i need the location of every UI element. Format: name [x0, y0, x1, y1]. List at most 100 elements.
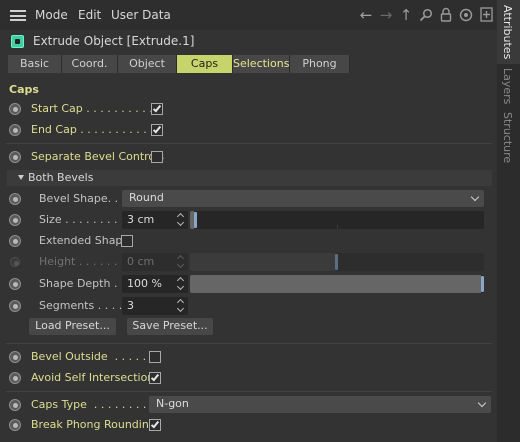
bevel-shape-row: Bevel Shape. . . Round — [0, 189, 497, 209]
section-title: Caps — [9, 83, 39, 96]
side-tab-layers-label: Layers — [501, 68, 514, 105]
checkmark-icon — [150, 372, 160, 382]
break-phong-row: Break Phong Rounding — [0, 415, 497, 435]
animate-radio-icon[interactable] — [9, 351, 21, 363]
break-phong-checkbox[interactable] — [149, 419, 161, 431]
both-bevels-group-header[interactable]: Both Bevels — [7, 170, 492, 186]
chevron-down-icon — [470, 192, 480, 202]
segments-label: Segments . . . . — [39, 299, 123, 312]
tab-object[interactable]: Object — [118, 55, 177, 73]
height-input: 0 cm — [122, 253, 188, 271]
group-label: Both Bevels — [28, 171, 94, 184]
slider-fill — [190, 253, 335, 271]
shape-depth-input[interactable]: 100 % — [122, 275, 188, 293]
tab-phong[interactable]: Phong — [290, 55, 350, 73]
shape-depth-label: Shape Depth . . — [39, 277, 125, 290]
arrow-left-icon[interactable]: ← — [358, 6, 374, 24]
animate-radio-icon[interactable] — [9, 151, 21, 163]
extended-shape-row: Extended Shape — [0, 231, 497, 251]
animate-radio-icon[interactable] — [9, 399, 21, 411]
caps-type-label: Caps Type . . . . . . . . . . — [31, 398, 161, 411]
size-input[interactable]: 3 cm — [122, 211, 188, 229]
caps-type-dropdown[interactable]: N-gon — [149, 396, 491, 413]
separate-bevel-checkbox[interactable] — [151, 151, 163, 163]
height-value: 0 cm — [127, 255, 155, 268]
height-label: Height . . . . . . . — [39, 255, 125, 268]
avoid-self-intersections-checkbox[interactable] — [149, 372, 161, 384]
arrow-right-icon[interactable]: → — [378, 6, 394, 24]
side-tab-attributes-label: Attributes — [501, 5, 514, 60]
animate-radio-icon[interactable] — [9, 235, 21, 247]
size-value: 3 cm — [127, 213, 155, 226]
checkmark-icon — [152, 124, 162, 134]
segments-row: Segments . . . . 3 — [0, 296, 497, 316]
segments-value: 3 — [127, 299, 134, 312]
side-tab-attributes[interactable]: Attributes — [497, 0, 520, 64]
save-preset-button[interactable]: Save Preset... — [127, 318, 213, 335]
start-cap-label: Start Cap . . . . . . . . . . — [31, 102, 153, 115]
animate-radio-icon[interactable] — [9, 124, 21, 136]
chevron-down-icon — [477, 398, 487, 408]
animate-radio-icon[interactable] — [9, 300, 21, 312]
break-phong-label: Break Phong Rounding — [31, 418, 156, 431]
animate-radio-icon — [10, 257, 20, 267]
animate-radio-icon[interactable] — [9, 214, 21, 226]
attribute-tabs: Basic Coord. Object Caps Selections Phon… — [8, 55, 350, 73]
lock-icon[interactable] — [438, 6, 454, 24]
animate-radio-icon[interactable] — [9, 103, 21, 115]
tab-basic[interactable]: Basic — [8, 55, 62, 73]
shape-depth-slider[interactable] — [190, 275, 484, 293]
checkmark-icon — [150, 419, 160, 429]
shape-depth-row: Shape Depth . . 100 % — [0, 274, 497, 294]
shape-depth-value: 100 % — [127, 277, 162, 290]
slider-thumb[interactable] — [194, 212, 197, 228]
animate-radio-icon[interactable] — [9, 419, 21, 431]
animate-radio-icon[interactable] — [9, 372, 21, 384]
divider — [6, 343, 492, 344]
bevel-shape-value: Round — [129, 191, 164, 204]
object-title: Extrude Object [Extrude.1] — [33, 34, 195, 48]
menu-user-data[interactable]: User Data — [111, 8, 171, 22]
checkmark-icon — [152, 103, 162, 113]
tab-coord[interactable]: Coord. — [62, 55, 118, 73]
arrow-up-icon[interactable]: ↑ — [398, 6, 414, 24]
end-cap-label: End Cap . . . . . . . . . . . — [31, 123, 154, 136]
spinner-arrows-icon — [177, 256, 185, 268]
tab-caps[interactable]: Caps — [177, 55, 233, 73]
end-cap-row: End Cap . . . . . . . . . . . — [0, 120, 497, 140]
side-tab-layers[interactable]: Layers — [497, 66, 520, 106]
start-cap-checkbox[interactable] — [151, 103, 163, 115]
height-row: Height . . . . . . . 0 cm — [0, 252, 497, 272]
divider — [6, 143, 492, 144]
menu-edit[interactable]: Edit — [78, 8, 101, 22]
slider-thumb[interactable] — [481, 276, 484, 292]
spinner-arrows-icon[interactable] — [177, 300, 185, 312]
menu-bar: Mode Edit User Data ← → ↑ — [0, 0, 497, 30]
bevel-shape-dropdown[interactable]: Round — [122, 190, 484, 207]
slider-midmark — [337, 225, 338, 228]
collapse-triangle-icon[interactable] — [18, 175, 24, 180]
extended-shape-checkbox[interactable] — [121, 235, 133, 247]
extrude-object-icon — [11, 35, 24, 48]
size-label: Size . . . . . . . . . — [39, 213, 125, 226]
spinner-arrows-icon[interactable] — [177, 214, 185, 226]
bevel-outside-checkbox[interactable] — [149, 351, 161, 363]
animate-radio-icon[interactable] — [9, 278, 21, 290]
new-panel-icon[interactable] — [478, 6, 494, 24]
target-icon[interactable] — [458, 6, 474, 24]
start-cap-row: Start Cap . . . . . . . . . . — [0, 99, 497, 119]
hamburger-menu-icon[interactable] — [10, 10, 26, 21]
search-icon[interactable] — [418, 6, 434, 24]
load-preset-button[interactable]: Load Preset... — [29, 318, 116, 335]
spinner-arrows-icon[interactable] — [177, 278, 185, 290]
side-tab-structure[interactable]: Structure — [497, 110, 520, 163]
avoid-self-intersections-label: Avoid Self Intersections — [31, 371, 160, 384]
menu-mode[interactable]: Mode — [35, 8, 68, 22]
animate-radio-icon[interactable] — [9, 193, 21, 205]
size-slider[interactable] — [190, 211, 484, 229]
divider — [6, 391, 492, 392]
end-cap-checkbox[interactable] — [151, 124, 163, 136]
segments-input[interactable]: 3 — [122, 297, 188, 315]
tab-selections[interactable]: Selections — [233, 55, 290, 73]
preset-buttons-row: Load Preset... Save Preset... — [0, 318, 497, 338]
